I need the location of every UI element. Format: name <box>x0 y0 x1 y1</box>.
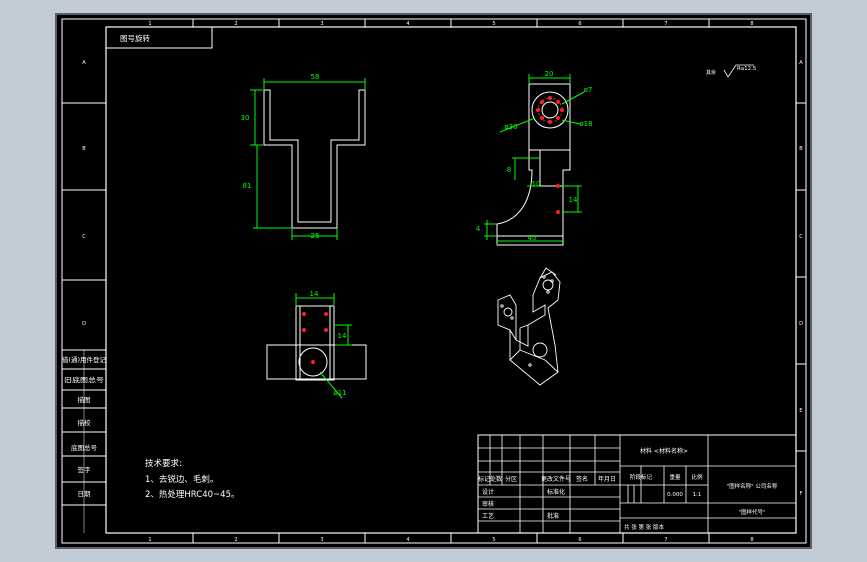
strip-label-sign: 签字 <box>78 465 92 474</box>
roughness-value: Ra12.5 <box>737 66 757 72</box>
zone-label-top: 2 <box>234 21 237 27</box>
stage-header: 阶段标记 <box>630 473 653 481</box>
dim-front-upper-height: 30 <box>241 114 250 122</box>
strip-label-check: 描校 <box>78 418 92 427</box>
doc-number-text: 图号旋转 <box>120 33 150 43</box>
zone-label-right: D <box>799 321 803 327</box>
zone-label-bottom: 1 <box>148 537 151 543</box>
zone-label-right: B <box>799 146 803 152</box>
rev-header: 处数 <box>490 475 502 483</box>
sign-approve: 批准 <box>547 512 559 520</box>
strip-label-old-base: 旧底图总号 <box>64 375 105 384</box>
sheet-info: 共 张 第 张 版本 <box>624 523 664 531</box>
dim-side-base-width: 40 <box>528 234 537 242</box>
tech-note-item: 2、热处理HRC40~45。 <box>145 489 239 500</box>
zone-label-bottom: 3 <box>320 537 323 543</box>
zone-label-bottom: 4 <box>406 537 409 543</box>
rev-header: 标记 <box>478 475 490 483</box>
zone-label-bottom: 7 <box>664 537 667 543</box>
zone-label-left: B <box>82 146 86 152</box>
dim-side-hole-small: ø7 <box>584 86 593 94</box>
scale-value: 1:1 <box>693 492 702 498</box>
zone-label-top: 8 <box>750 21 753 27</box>
dim-side-hole-right: ø18 <box>579 120 592 128</box>
material-label: 材料 <材料名称> <box>640 447 688 455</box>
rev-header: 分区 <box>505 475 517 483</box>
sign-process: 工艺 <box>482 512 494 520</box>
zone-label-right: C <box>799 234 803 240</box>
zone-label-top: 7 <box>664 21 667 27</box>
dim-top-hole: ø11 <box>333 389 346 397</box>
drawing-sheet: 1 2 3 4 5 6 7 8 1 2 3 4 5 6 7 8 A B C D … <box>55 13 812 549</box>
dim-top-width: 14 <box>310 290 319 298</box>
dim-side-slot-height: 8 <box>507 166 511 174</box>
dim-side-right-height: 14 <box>569 196 578 204</box>
dim-side-hole-large: ø30 <box>504 123 517 131</box>
zone-label-top: 5 <box>492 21 495 27</box>
dim-top-height: 14 <box>338 332 347 340</box>
zone-label-bottom: 6 <box>578 537 581 543</box>
zone-label-left: C <box>82 234 86 240</box>
zone-label-top: 3 <box>320 21 323 27</box>
sign-review: 审核 <box>482 500 494 508</box>
stage-header: 重量 <box>669 473 681 481</box>
stage-header: 比例 <box>691 473 703 481</box>
zone-label-bottom: 8 <box>750 537 753 543</box>
zone-label-right: E <box>799 408 802 414</box>
sign-standard: 标准化 <box>547 488 565 496</box>
zone-label-bottom: 5 <box>492 537 495 543</box>
zone-label-right: F <box>800 491 803 497</box>
dim-side-width: 20 <box>545 70 554 78</box>
rev-header: 年月日 <box>598 475 616 483</box>
rev-header: 签名 <box>576 475 588 483</box>
dim-side-base-thick: 4 <box>476 225 481 233</box>
weight-value: 0.000 <box>667 492 683 498</box>
zone-label-top: 6 <box>578 21 581 27</box>
zone-label-left: D <box>82 321 86 327</box>
roughness-prefix: 其余 <box>706 69 716 76</box>
zone-label-top: 4 <box>406 21 409 27</box>
tech-note-item: 1、去锐边、毛刺。 <box>145 474 218 485</box>
company-name: "图样名称" 公司名称 <box>727 482 778 490</box>
strip-label-borrow: 借(通)用件登记 <box>62 355 107 364</box>
zone-label-left: A <box>82 60 86 66</box>
zone-label-right: A <box>799 60 803 66</box>
zone-label-top: 1 <box>148 21 151 27</box>
rev-header: 更改文件号 <box>541 475 571 483</box>
sign-designer: 设计 <box>482 488 494 496</box>
strip-label-trace: 描图 <box>78 395 91 404</box>
strip-label-date: 日期 <box>78 490 92 498</box>
strip-label-base-no: 底图总号 <box>71 443 98 452</box>
dim-side-slot-depth: 10 <box>532 180 541 188</box>
tech-notes-title: 技术要求: <box>145 458 182 469</box>
zone-label-bottom: 2 <box>234 537 237 543</box>
dim-front-top-width: 58 <box>311 73 320 81</box>
dim-front-total-height: 81 <box>243 182 252 190</box>
dim-front-bottom-width: 25 <box>311 232 320 240</box>
drawing-number: "图样代号" <box>738 508 765 516</box>
